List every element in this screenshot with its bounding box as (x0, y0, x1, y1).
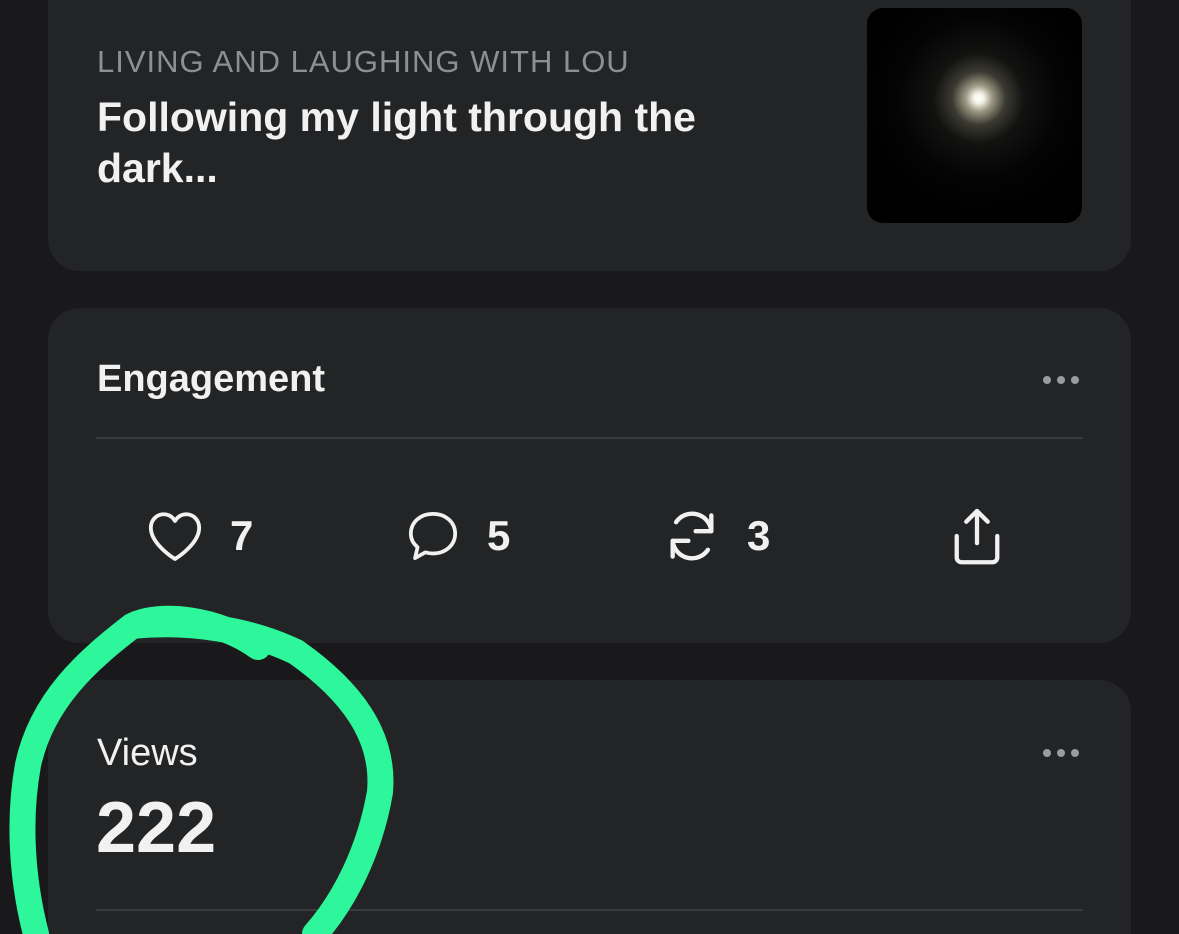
engagement-divider (96, 437, 1083, 439)
engagement-title: Engagement (97, 358, 326, 400)
likes-count: 7 (230, 512, 254, 559)
post-card[interactable]: LIVING AND LAUGHING WITH LOU Following m… (48, 0, 1131, 271)
more-icon[interactable] (1042, 748, 1080, 758)
restacks-count: 3 (747, 512, 771, 559)
comments-count: 5 (487, 512, 511, 559)
heart-icon (148, 512, 202, 561)
comment-icon (408, 511, 458, 561)
post-stats-screen: LIVING AND LAUGHING WITH LOU Following m… (0, 0, 1179, 934)
publication-name: LIVING AND LAUGHING WITH LOU (97, 44, 630, 79)
restack-icon (670, 511, 714, 561)
engagement-card: Engagement 7 5 3 (48, 308, 1131, 643)
views-count: 222 (96, 788, 217, 868)
likes-button[interactable]: 7 (146, 506, 253, 566)
post-thumbnail[interactable] (867, 8, 1082, 223)
share-icon (954, 508, 1000, 565)
more-icon[interactable] (1042, 375, 1080, 385)
comments-button[interactable]: 5 (405, 506, 510, 566)
post-title[interactable]: Following my light through the dark... (97, 92, 697, 194)
views-card: Views 222 (48, 680, 1131, 934)
share-button[interactable] (950, 506, 1004, 566)
restacks-button[interactable]: 3 (663, 506, 770, 566)
views-label: Views (97, 732, 198, 774)
views-divider (96, 909, 1083, 911)
